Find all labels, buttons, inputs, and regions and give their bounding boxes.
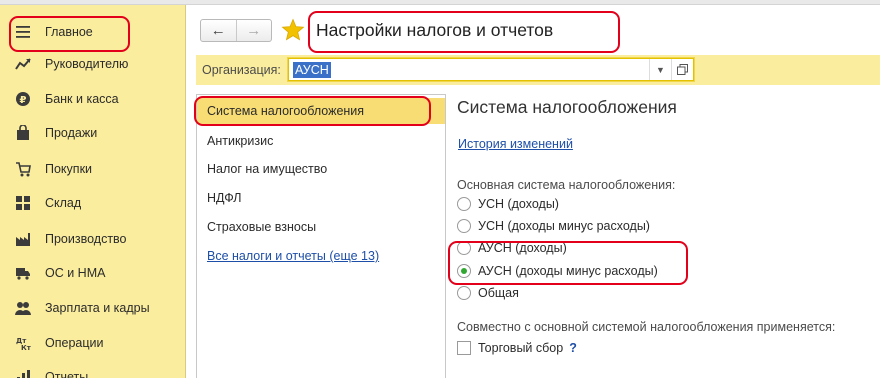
trend-chart-icon [15, 56, 31, 72]
arrow-right-icon: → [246, 22, 262, 39]
radio-button-selected[interactable] [457, 264, 471, 278]
radio-ausn-income[interactable]: АУСН (доходы) [457, 239, 567, 257]
sidebar-item-label: Продажи [45, 126, 98, 140]
all-taxes-link[interactable]: Все налоги и отчеты (еще 13) [207, 249, 379, 263]
sidebar-item-label: Отчеты [45, 370, 89, 378]
radio-label: АУСН (доходы минус расходы) [478, 264, 658, 278]
sidebar-item-purchases[interactable]: Покупки [0, 154, 185, 184]
factory-icon [15, 231, 31, 247]
combined-system-label: Совместно с основной системой налогообло… [457, 320, 836, 334]
section-title: Система налогообложения [457, 97, 677, 117]
sidebar: Главное Руководителю ₽ Банк и касса Прод… [0, 5, 186, 378]
forward-button[interactable]: → [235, 20, 272, 41]
arrow-left-icon: ← [210, 22, 226, 39]
radio-ausn-income-minus-expenses[interactable]: АУСН (доходы минус расходы) [457, 262, 658, 280]
radio-usn-income-minus-expenses[interactable]: УСН (доходы минус расходы) [457, 217, 650, 235]
history-link[interactable]: История изменений [458, 137, 573, 151]
page-title: Настройки налогов и отчетов [316, 20, 554, 40]
sidebar-item-main[interactable]: Главное [0, 17, 185, 47]
sidebar-item-label: Склад [45, 196, 82, 210]
settings-sections-list: Система налогообложения Антикризис Налог… [196, 94, 446, 378]
sidebar-item-operations[interactable]: Дт Кт Операции [0, 328, 185, 358]
dropdown-button[interactable]: ▼ [649, 59, 671, 80]
sidebar-item-manager[interactable]: Руководителю [0, 49, 185, 79]
shopping-bag-icon [15, 125, 31, 141]
radio-label: АУСН (доходы) [478, 241, 567, 255]
radio-usn-income[interactable]: УСН (доходы) [457, 195, 559, 213]
list-item-ndfl[interactable]: НДФЛ [197, 185, 445, 211]
radio-button[interactable] [457, 197, 471, 211]
sidebar-item-label: Руководителю [45, 57, 129, 71]
tax-system-label: Основная система налогообложения: [457, 178, 676, 192]
sidebar-item-reports[interactable]: Отчеты [0, 362, 185, 378]
sidebar-item-salary[interactable]: Зарплата и кадры [0, 293, 185, 323]
ruble-coin-icon: ₽ [15, 91, 31, 107]
radio-general[interactable]: Общая [457, 284, 519, 302]
history-navigation: ← → [200, 19, 272, 42]
radio-label: Общая [478, 286, 519, 300]
trade-fee-label: Торговый сбор [478, 341, 564, 355]
cart-icon [15, 161, 31, 177]
svg-text:Кт: Кт [21, 344, 31, 351]
open-window-icon [677, 64, 688, 75]
radio-button[interactable] [457, 241, 471, 255]
dt-kt-icon: Дт Кт [15, 335, 31, 351]
sidebar-item-label: Зарплата и кадры [45, 301, 150, 315]
sidebar-item-label: Операции [45, 336, 104, 350]
trade-fee-checkbox[interactable] [457, 341, 471, 355]
organization-label: Организация: [202, 63, 281, 77]
favorite-star-icon[interactable] [281, 18, 305, 42]
help-icon[interactable]: ? [569, 341, 577, 355]
sidebar-item-fixed-assets[interactable]: ОС и НМА [0, 258, 185, 288]
sidebar-item-sales[interactable]: Продажи [0, 118, 185, 148]
list-item-anticrisis[interactable]: Антикризис [197, 128, 445, 154]
menu-lines-icon [15, 24, 31, 40]
organization-field[interactable]: АУСН ▼ [288, 58, 694, 81]
sidebar-item-production[interactable]: Производство [0, 224, 185, 254]
trade-fee-option[interactable]: Торговый сбор ? [457, 339, 577, 357]
radio-label: УСН (доходы) [478, 197, 559, 211]
open-button[interactable] [671, 59, 693, 80]
chevron-down-icon: ▼ [656, 64, 665, 75]
sidebar-item-label: Производство [45, 232, 127, 246]
radio-button[interactable] [457, 219, 471, 233]
radio-button[interactable] [457, 286, 471, 300]
sidebar-item-bank[interactable]: ₽ Банк и касса [0, 84, 185, 114]
warehouse-grid-icon [15, 195, 31, 211]
sidebar-item-warehouse[interactable]: Склад [0, 188, 185, 218]
list-item-tax-system[interactable]: Система налогообложения [197, 98, 445, 124]
svg-text:₽: ₽ [20, 95, 27, 106]
sidebar-item-label: ОС и НМА [45, 266, 106, 280]
organization-bar: Организация: АУСН ▼ [196, 55, 880, 85]
truck-icon [15, 265, 31, 281]
sidebar-item-label: Банк и касса [45, 92, 119, 106]
organization-value[interactable]: АУСН [293, 62, 331, 78]
sidebar-item-label: Покупки [45, 162, 93, 176]
list-item-insurance[interactable]: Страховые взносы [197, 214, 445, 240]
list-item-property-tax[interactable]: Налог на имущество [197, 156, 445, 182]
sidebar-item-label: Главное [45, 25, 93, 39]
back-button[interactable]: ← [201, 20, 236, 41]
radio-label: УСН (доходы минус расходы) [478, 219, 650, 233]
report-chart-icon [15, 369, 31, 378]
people-icon [15, 300, 31, 316]
